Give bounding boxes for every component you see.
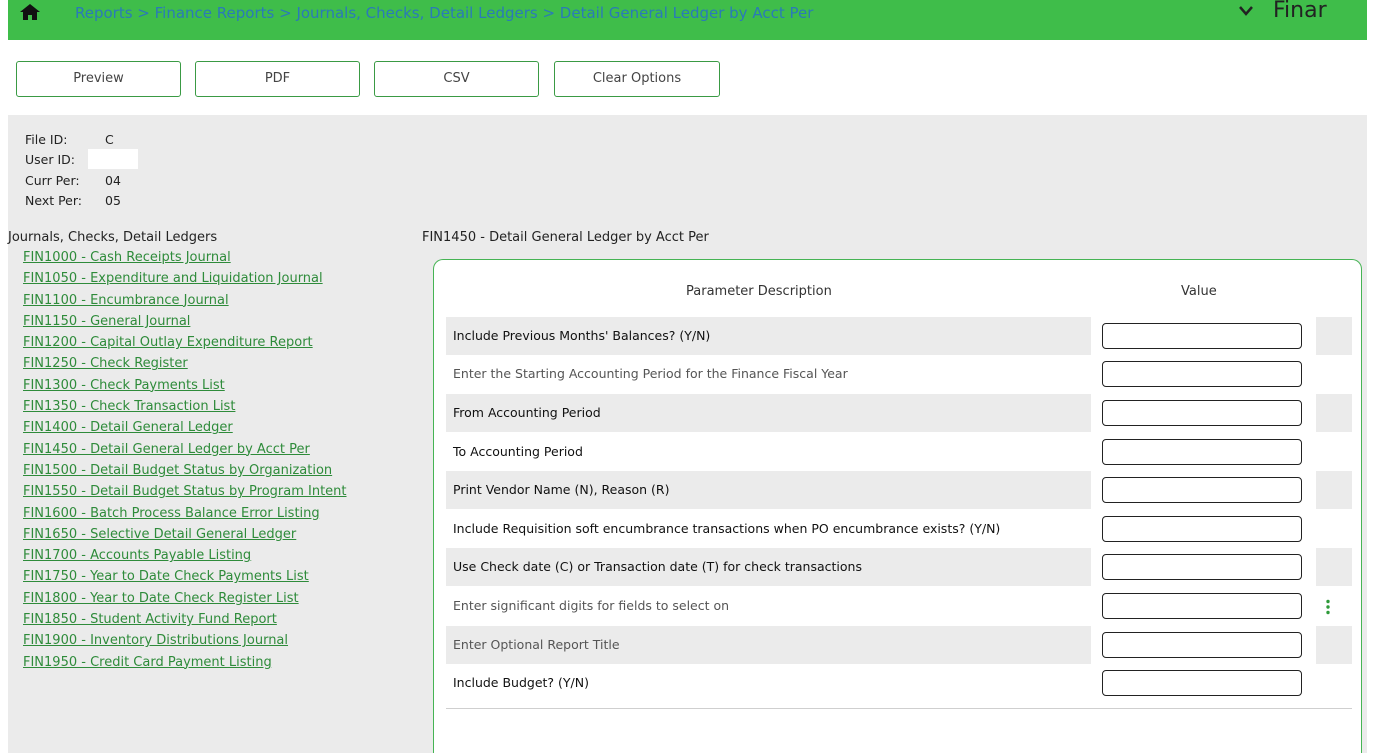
report-form-title: FIN1450 - Detail General Ledger by Acct … bbox=[422, 230, 709, 245]
report-link[interactable]: FIN1400 - Detail General Ledger bbox=[23, 419, 347, 440]
chevron-down-icon[interactable] bbox=[1238, 5, 1254, 17]
parameter-label: From Accounting Period bbox=[446, 394, 1091, 432]
kebab-menu-icon[interactable] bbox=[1325, 599, 1331, 615]
parameter-label: Include Previous Months' Balances? (Y/N) bbox=[446, 317, 1091, 355]
parameter-label: Enter significant digits for fields to s… bbox=[453, 598, 730, 613]
parameter-label: Include Budget? (Y/N) bbox=[453, 675, 589, 690]
row-side-cell bbox=[1316, 664, 1352, 702]
panel-divider bbox=[446, 708, 1352, 709]
report-link[interactable]: FIN1550 - Detail Budget Status by Progra… bbox=[23, 483, 347, 504]
sidebar-heading: Journals, Checks, Detail Ledgers bbox=[8, 230, 218, 245]
next-per-label: Next Per: bbox=[25, 193, 83, 208]
parameter-label: Print Vendor Name (N), Reason (R) bbox=[446, 471, 1091, 509]
row-side-cell bbox=[1316, 394, 1352, 432]
report-link[interactable]: FIN1150 - General Journal bbox=[23, 313, 347, 334]
report-link[interactable]: FIN1350 - Check Transaction List bbox=[23, 398, 347, 419]
report-link[interactable]: FIN1950 - Credit Card Payment Listing bbox=[23, 654, 347, 675]
user-id-row: User ID: bbox=[25, 152, 75, 167]
file-id-row: File ID: C bbox=[25, 132, 114, 147]
clear-options-button[interactable]: Clear Options bbox=[554, 61, 720, 97]
parameter-row: Use Check date (C) or Transaction date (… bbox=[446, 548, 1352, 586]
parameter-value-input[interactable] bbox=[1102, 361, 1302, 387]
file-id-label: File ID: bbox=[25, 132, 68, 147]
parameter-value-input[interactable] bbox=[1102, 554, 1302, 580]
report-link[interactable]: FIN1100 - Encumbrance Journal bbox=[23, 292, 347, 313]
top-navigation-bar: Reports > Finance Reports > Journals, Ch… bbox=[8, 0, 1367, 40]
parameter-row: Include Previous Months' Balances? (Y/N) bbox=[446, 317, 1352, 355]
row-side-cell bbox=[1316, 471, 1352, 509]
parameter-row: Include Requisition soft encumbrance tra… bbox=[446, 510, 1352, 548]
csv-button[interactable]: CSV bbox=[374, 61, 539, 97]
file-id-value: C bbox=[105, 132, 114, 147]
parameter-label: Enter the Starting Accounting Period for… bbox=[453, 366, 848, 381]
module-name[interactable]: Finar bbox=[1273, 0, 1327, 23]
row-side-cell bbox=[1316, 433, 1352, 471]
report-link[interactable]: FIN1000 - Cash Receipts Journal bbox=[23, 249, 347, 270]
row-side-cell bbox=[1316, 626, 1352, 664]
parameter-row: Include Budget? (Y/N) bbox=[446, 664, 1352, 702]
parameter-row: Enter significant digits for fields to s… bbox=[446, 587, 1352, 625]
row-side-cell bbox=[1316, 510, 1352, 548]
row-side-cell bbox=[1316, 548, 1352, 586]
pdf-button[interactable]: PDF bbox=[195, 61, 360, 97]
parameter-value-input[interactable] bbox=[1102, 477, 1302, 503]
parameter-value-input[interactable] bbox=[1102, 632, 1302, 658]
report-link[interactable]: FIN1200 - Capital Outlay Expenditure Rep… bbox=[23, 334, 347, 355]
parameter-label: Use Check date (C) or Transaction date (… bbox=[446, 548, 1091, 586]
content-area: File ID: C User ID: Curr Per: 04 Next Pe… bbox=[8, 115, 1367, 753]
parameter-value-input[interactable] bbox=[1102, 670, 1302, 696]
report-link[interactable]: FIN1450 - Detail General Ledger by Acct … bbox=[23, 441, 347, 462]
parameter-row: From Accounting Period bbox=[446, 394, 1352, 432]
parameter-value-input[interactable] bbox=[1102, 516, 1302, 542]
parameter-row: Enter the Starting Accounting Period for… bbox=[446, 355, 1352, 393]
parameter-row: To Accounting Period bbox=[446, 433, 1352, 471]
user-id-label: User ID: bbox=[25, 152, 75, 167]
parameter-label: To Accounting Period bbox=[453, 444, 583, 459]
report-link[interactable]: FIN1900 - Inventory Distributions Journa… bbox=[23, 632, 347, 653]
parameter-value-input[interactable] bbox=[1102, 400, 1302, 426]
parameter-description-header: Parameter Description bbox=[686, 284, 832, 299]
report-link[interactable]: FIN1650 - Selective Detail General Ledge… bbox=[23, 526, 347, 547]
breadcrumb[interactable]: Reports > Finance Reports > Journals, Ch… bbox=[75, 4, 813, 22]
report-link[interactable]: FIN1700 - Accounts Payable Listing bbox=[23, 547, 347, 568]
home-icon[interactable] bbox=[20, 3, 40, 21]
parameter-label: Include Requisition soft encumbrance tra… bbox=[453, 521, 1001, 536]
parameter-row: Enter Optional Report Title bbox=[446, 626, 1352, 664]
report-toolbar: Preview PDF CSV Clear Options bbox=[8, 40, 1367, 115]
report-link[interactable]: FIN1850 - Student Activity Fund Report bbox=[23, 611, 347, 632]
next-per-value: 05 bbox=[105, 193, 121, 208]
report-link[interactable]: FIN1250 - Check Register bbox=[23, 355, 347, 376]
curr-per-row: Curr Per: 04 bbox=[25, 173, 121, 188]
preview-button[interactable]: Preview bbox=[16, 61, 181, 97]
report-link[interactable]: FIN1300 - Check Payments List bbox=[23, 377, 347, 398]
report-link[interactable]: FIN1800 - Year to Date Check Register Li… bbox=[23, 590, 347, 611]
report-link[interactable]: FIN1050 - Expenditure and Liquidation Jo… bbox=[23, 270, 347, 291]
curr-per-value: 04 bbox=[105, 173, 121, 188]
report-link-list: FIN1000 - Cash Receipts Journal FIN1050 … bbox=[23, 249, 347, 675]
row-side-cell bbox=[1316, 355, 1352, 393]
parameter-value-input[interactable] bbox=[1102, 593, 1302, 619]
parameter-row: Print Vendor Name (N), Reason (R) bbox=[446, 471, 1352, 509]
curr-per-label: Curr Per: bbox=[25, 173, 80, 188]
report-link[interactable]: FIN1750 - Year to Date Check Payments Li… bbox=[23, 568, 347, 589]
report-link[interactable]: FIN1600 - Batch Process Balance Error Li… bbox=[23, 505, 347, 526]
value-header: Value bbox=[1181, 284, 1217, 299]
parameter-label: Enter Optional Report Title bbox=[446, 626, 1091, 664]
parameter-value-input[interactable] bbox=[1102, 439, 1302, 465]
next-per-row: Next Per: 05 bbox=[25, 193, 121, 208]
parameter-panel: Parameter Description Value Include Prev… bbox=[433, 259, 1362, 753]
row-side-cell bbox=[1316, 317, 1352, 355]
report-link[interactable]: FIN1500 - Detail Budget Status by Organi… bbox=[23, 462, 347, 483]
user-id-value bbox=[88, 149, 138, 169]
parameter-value-input[interactable] bbox=[1102, 323, 1302, 349]
